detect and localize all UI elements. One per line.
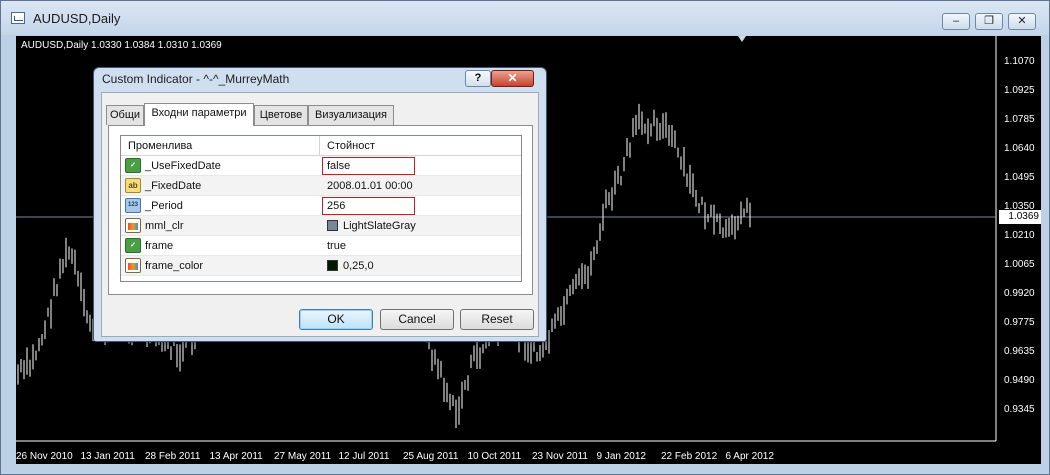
- param-row-period[interactable]: 123 _Period 256: [121, 196, 521, 216]
- price-tick-label: 1.0495: [1004, 172, 1035, 183]
- param-value[interactable]: 2008.01.01 00:00: [327, 176, 413, 196]
- param-row-usefixeddate[interactable]: ✓ _UseFixedDate false: [121, 156, 521, 176]
- price-tick-label: 0.9920: [1004, 288, 1035, 299]
- close-button[interactable]: ✕: [1008, 13, 1036, 30]
- dialog-close-button[interactable]: ✕: [491, 70, 534, 87]
- chart-window: AUDUSD,Daily – ❐ ✕ AUDUSD,Daily 1.0330 1…: [0, 0, 1050, 475]
- restore-button[interactable]: ❐: [975, 13, 1003, 30]
- price-tick-label: 1.0065: [1004, 259, 1035, 270]
- chart-shift-marker: [738, 36, 746, 42]
- current-price-label: 1.0369: [999, 210, 1041, 224]
- color-icon: [125, 258, 141, 273]
- param-name: _FixedDate: [145, 180, 202, 192]
- price-tick-label: 1.0785: [1004, 114, 1035, 125]
- param-name: _UseFixedDate: [145, 160, 221, 172]
- param-row-frame-color[interactable]: frame_color 0,25,0: [121, 256, 521, 276]
- date-tick-label: 12 Jul 2011: [338, 451, 390, 462]
- date-tick-label: 13 Jan 2011: [80, 451, 135, 462]
- help-button[interactable]: ?: [465, 70, 491, 87]
- column-header-variable[interactable]: Променлива: [121, 136, 320, 156]
- param-name: _Period: [145, 200, 183, 212]
- date-tick-label: 26 Nov 2010: [16, 451, 73, 462]
- color-icon: [125, 218, 141, 233]
- bool-icon: ✓: [125, 238, 141, 253]
- int-icon: 123: [125, 198, 141, 213]
- dialog-title: Custom Indicator - ^-^_MurreyMath: [102, 72, 290, 86]
- param-name: frame_color: [145, 260, 204, 272]
- bool-icon: ✓: [125, 158, 141, 173]
- date-tick-label: 13 Apr 2011: [209, 451, 263, 462]
- date-tick-label: 27 May 2011: [274, 451, 332, 462]
- ok-button[interactable]: OK: [299, 309, 373, 330]
- param-row-mml-clr[interactable]: mml_clr LightSlateGray: [121, 216, 521, 236]
- minimize-button[interactable]: –: [942, 13, 970, 30]
- column-header-value[interactable]: Стойност: [320, 136, 521, 156]
- color-swatch: [327, 260, 338, 271]
- cancel-button[interactable]: Cancel: [380, 309, 454, 330]
- tab-general[interactable]: Общи: [106, 105, 144, 125]
- price-tick-label: 0.9635: [1004, 346, 1035, 357]
- dialog-body: Общи Входни параметри Цветове Визуализац…: [101, 92, 539, 337]
- string-icon: ab: [125, 178, 141, 193]
- color-swatch: [327, 220, 338, 231]
- chart-info-line: AUDUSD,Daily 1.0330 1.0384 1.0310 1.0369: [21, 40, 222, 51]
- param-row-fixeddate[interactable]: ab _FixedDate 2008.01.01 00:00: [121, 176, 521, 196]
- parameters-grid: Променлива Стойност ✓ _UseFixedDate fals…: [120, 135, 522, 282]
- custom-indicator-dialog: Custom Indicator - ^-^_MurreyMath ? ✕ Об…: [93, 67, 547, 342]
- param-name: frame: [145, 240, 174, 252]
- date-tick-label: 23 Nov 2011: [532, 451, 588, 462]
- param-value[interactable]: 0,25,0: [343, 256, 374, 276]
- window-titlebar[interactable]: AUDUSD,Daily – ❐ ✕: [1, 1, 1049, 35]
- param-value[interactable]: LightSlateGray: [343, 216, 416, 236]
- param-name: mml_clr: [145, 220, 184, 232]
- date-tick-label: 6 Apr 2012: [725, 451, 774, 462]
- tab-input-parameters[interactable]: Входни параметри: [144, 103, 254, 126]
- date-tick-label: 28 Feb 2011: [145, 451, 201, 462]
- date-tick-label: 9 Jan 2012: [596, 451, 647, 462]
- price-tick-label: 1.0925: [1004, 85, 1035, 96]
- price-tick-label: 1.0640: [1004, 143, 1035, 154]
- param-value[interactable]: false: [327, 156, 350, 176]
- tab-colors[interactable]: Цветове: [254, 105, 308, 125]
- input-parameters-panel: Променлива Стойност ✓ _UseFixedDate fals…: [108, 125, 533, 295]
- param-value[interactable]: 256: [327, 196, 345, 216]
- date-tick-label: 22 Feb 2012: [661, 451, 718, 462]
- tab-visualization[interactable]: Визуализация: [308, 105, 394, 125]
- chart-window-icon: [11, 12, 25, 24]
- window-title: AUDUSD,Daily: [33, 11, 121, 26]
- param-value[interactable]: true: [327, 236, 346, 256]
- price-tick-label: 1.0210: [1004, 230, 1035, 241]
- price-tick-label: 0.9345: [1004, 404, 1035, 415]
- date-tick-label: 10 Oct 2011: [467, 451, 522, 462]
- date-tick-label: 25 Aug 2011: [403, 451, 459, 462]
- reset-button[interactable]: Reset: [460, 309, 534, 330]
- price-tick-label: 0.9490: [1004, 375, 1035, 386]
- price-tick-label: 1.1070: [1004, 56, 1035, 67]
- price-tick-label: 0.9775: [1004, 317, 1035, 328]
- param-row-frame[interactable]: ✓ frame true: [121, 236, 521, 256]
